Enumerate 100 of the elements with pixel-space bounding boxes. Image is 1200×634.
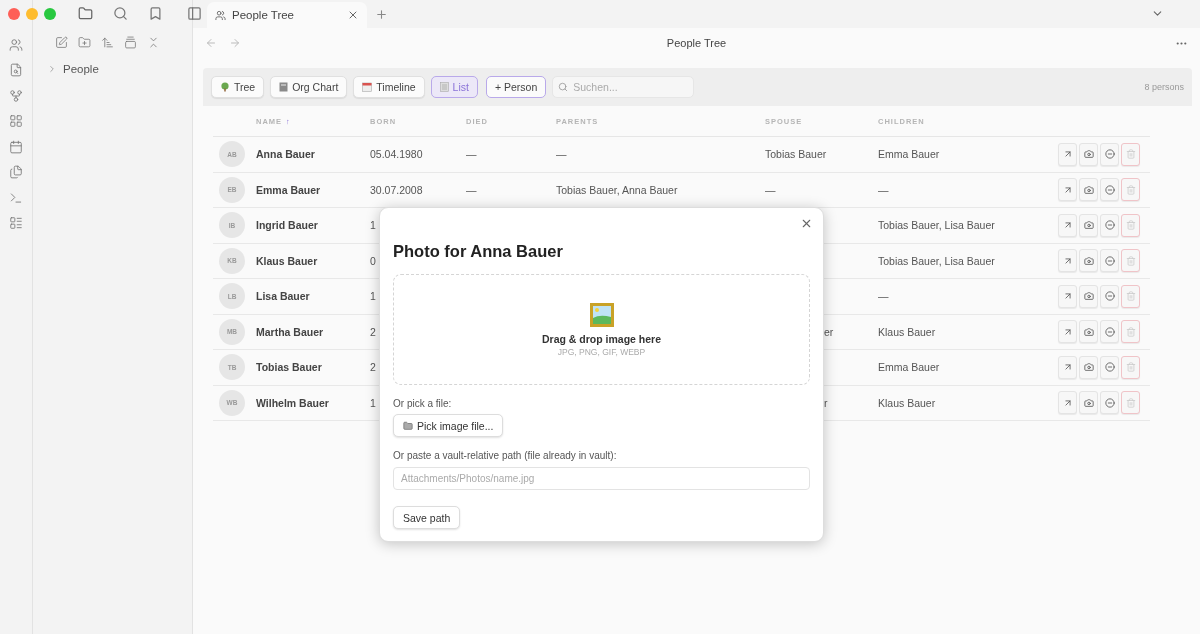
table-cell: — <box>765 183 776 196</box>
trash-icon <box>1125 397 1136 408</box>
table-cell: 1 <box>370 219 376 232</box>
delete-button[interactable] <box>1121 355 1140 379</box>
back-icon[interactable] <box>205 37 217 49</box>
path-field[interactable]: Attachments/Photos/name.jpg <box>393 467 810 490</box>
table-cell: 1 <box>370 396 376 409</box>
users-icon[interactable] <box>9 37 23 52</box>
delete-button[interactable] <box>1121 178 1140 202</box>
photo-button[interactable] <box>1079 142 1098 166</box>
circle-minus-icon <box>1104 397 1115 408</box>
open-button[interactable] <box>1058 178 1077 202</box>
search-field[interactable]: Suchen... <box>552 76 695 98</box>
remove-button[interactable] <box>1100 320 1119 344</box>
remove-button[interactable] <box>1100 213 1119 237</box>
circle-minus-icon <box>1104 255 1115 266</box>
photo-button[interactable] <box>1079 391 1098 415</box>
dialog-title: Photo for Anna Bauer <box>393 242 564 261</box>
delete-button[interactable] <box>1121 142 1140 166</box>
collapse-icon[interactable] <box>147 36 160 49</box>
tab[interactable]: People Tree <box>207 2 367 28</box>
person-name: Anna Bauer <box>256 148 315 161</box>
camera-icon <box>1083 397 1094 408</box>
view-tab[interactable]: Tree <box>211 76 265 98</box>
folder-icon <box>403 420 413 431</box>
trash-icon <box>1125 362 1136 373</box>
files-icon[interactable] <box>9 165 23 180</box>
pick-file-button[interactable]: Pick image file... <box>393 414 504 437</box>
table-cell: 2 <box>370 325 376 338</box>
table-cell: Tobias Bauer <box>765 148 827 161</box>
list-icon[interactable] <box>9 216 23 231</box>
photo-button[interactable] <box>1079 213 1098 237</box>
add-person-button[interactable]: + Person <box>485 76 547 98</box>
delete-button[interactable] <box>1121 320 1140 344</box>
edit-icon[interactable] <box>55 36 68 49</box>
tab-title: People Tree <box>232 9 295 21</box>
bookmark-icon[interactable] <box>148 6 163 21</box>
arrow-up-right-icon <box>1062 326 1073 337</box>
delete-button[interactable] <box>1121 249 1140 273</box>
open-button[interactable] <box>1058 284 1077 308</box>
calendar-icon[interactable] <box>9 139 23 154</box>
open-button[interactable] <box>1058 249 1077 273</box>
forward-icon[interactable] <box>229 37 241 49</box>
person-name: Klaus Bauer <box>256 254 318 267</box>
photo-button[interactable] <box>1079 178 1098 202</box>
save-path-button[interactable]: Save path <box>393 506 461 529</box>
terminal-icon[interactable] <box>9 190 23 205</box>
stack-icon[interactable] <box>124 36 137 49</box>
new-folder-icon[interactable] <box>78 36 91 49</box>
remove-button[interactable] <box>1100 355 1119 379</box>
arrow-up-right-icon <box>1062 362 1073 373</box>
trash-icon <box>1125 326 1136 337</box>
open-button[interactable] <box>1058 320 1077 344</box>
delete-button[interactable] <box>1121 284 1140 308</box>
photo-button[interactable] <box>1079 249 1098 273</box>
open-button[interactable] <box>1058 142 1077 166</box>
remove-button[interactable] <box>1100 178 1119 202</box>
person-name: Emma Bauer <box>256 183 321 196</box>
photo-button[interactable] <box>1079 320 1098 344</box>
sidebar-toggle-icon[interactable] <box>187 6 202 21</box>
circle-minus-icon <box>1104 362 1115 373</box>
person-count: 8 persons <box>1144 82 1184 92</box>
remove-button[interactable] <box>1100 142 1119 166</box>
branch-icon[interactable] <box>9 88 23 103</box>
table-cell: er <box>824 325 834 338</box>
arrow-up-right-icon <box>1062 255 1073 266</box>
view-tab[interactable]: Org Chart <box>270 76 348 98</box>
table-cell: Tobias Bauer, Lisa Bauer <box>878 254 995 267</box>
open-button[interactable] <box>1058 213 1077 237</box>
delete-button[interactable] <box>1121 391 1140 415</box>
remove-button[interactable] <box>1100 284 1119 308</box>
photo-button[interactable] <box>1079 284 1098 308</box>
open-button[interactable] <box>1058 355 1077 379</box>
trash-icon <box>1125 184 1136 195</box>
photo-button[interactable] <box>1079 355 1098 379</box>
new-tab-icon[interactable] <box>375 8 388 21</box>
delete-button[interactable] <box>1121 213 1140 237</box>
folder-icon[interactable] <box>78 6 93 21</box>
remove-button[interactable] <box>1100 391 1119 415</box>
chevron-right-icon <box>47 64 57 74</box>
sort-icon[interactable] <box>101 36 114 49</box>
search-icon[interactable] <box>113 6 128 21</box>
table-cell: — <box>466 183 477 196</box>
open-button[interactable] <box>1058 391 1077 415</box>
circle-minus-icon <box>1104 291 1115 302</box>
remove-button[interactable] <box>1100 249 1119 273</box>
table-cell: Klaus Bauer <box>878 396 936 409</box>
drop-zone[interactable]: Drag & drop image here JPG, PNG, GIF, WEBP <box>393 274 810 385</box>
drop-title: Drag & drop image here <box>542 332 661 345</box>
close-icon[interactable] <box>347 9 359 21</box>
grid-icon[interactable] <box>9 114 23 129</box>
view-tab[interactable]: Timeline <box>353 76 425 98</box>
person-name: Tobias Bauer <box>256 361 322 374</box>
table-cell: Tobias Bauer, Anna Bauer <box>556 183 678 196</box>
person-name: Ingrid Bauer <box>256 219 318 232</box>
circle-minus-icon <box>1104 149 1115 160</box>
file-search-icon[interactable] <box>9 63 23 78</box>
tree-item[interactable]: People <box>47 63 192 75</box>
arrow-up-right-icon <box>1062 184 1073 195</box>
camera-icon <box>1083 149 1094 160</box>
